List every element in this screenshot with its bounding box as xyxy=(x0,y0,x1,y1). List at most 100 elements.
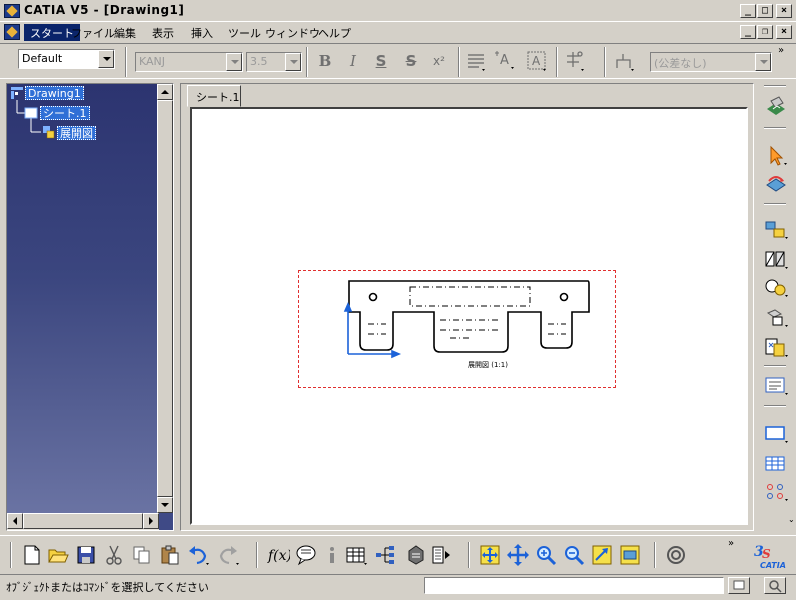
view-label[interactable]: 展開図 (1:1) xyxy=(468,360,508,370)
power-input-button[interactable] xyxy=(728,577,750,594)
drawing-icon[interactable] xyxy=(10,86,24,100)
table-icon[interactable] xyxy=(763,453,789,475)
chevron-down-icon[interactable] xyxy=(285,53,301,71)
redo-icon[interactable] xyxy=(216,543,240,567)
undo-icon[interactable] xyxy=(186,543,210,567)
scroll-down-button[interactable] xyxy=(157,497,173,513)
normal-view-icon[interactable] xyxy=(590,543,614,567)
views-icon[interactable] xyxy=(763,219,789,241)
copy-icon[interactable] xyxy=(130,543,154,567)
close-button[interactable]: × xyxy=(776,4,792,18)
scroll-up-button[interactable] xyxy=(157,84,173,100)
chevron-down-icon[interactable] xyxy=(226,53,242,71)
doc-restore-button[interactable]: ❐ xyxy=(757,25,773,39)
separator xyxy=(556,47,558,77)
text-size-button[interactable]: A xyxy=(494,48,516,70)
bold-button[interactable]: B xyxy=(314,50,336,72)
rectangle-icon[interactable] xyxy=(763,423,789,445)
menu-insert[interactable]: 挿入 xyxy=(185,24,219,41)
chevron-down-icon[interactable] xyxy=(755,53,771,71)
tree-horizontal-scrollbar[interactable] xyxy=(7,513,159,530)
zoom-in-icon[interactable] xyxy=(534,543,558,567)
superscript-button[interactable]: x² xyxy=(428,50,450,72)
geometry-creation-icon[interactable] xyxy=(763,481,789,503)
zoom-out-icon[interactable] xyxy=(562,543,586,567)
separator xyxy=(256,542,258,568)
search-button[interactable] xyxy=(764,577,786,594)
new-icon[interactable] xyxy=(20,543,44,567)
dimension-icon[interactable] xyxy=(763,375,789,397)
toolbar-overflow-icon[interactable]: » xyxy=(728,538,734,549)
svg-text:A: A xyxy=(500,53,509,68)
menu-view[interactable]: 表示 xyxy=(146,24,180,41)
sections-icon[interactable] xyxy=(763,249,789,271)
tree-item-drawing[interactable]: Drawing1 xyxy=(25,86,84,100)
tree-expand-icon[interactable] xyxy=(374,543,398,567)
scroll-thumb[interactable] xyxy=(157,100,173,497)
details-icon[interactable] xyxy=(763,277,789,299)
font-combo[interactable]: KANJ xyxy=(135,52,243,72)
tolerance-icon[interactable] xyxy=(564,50,586,72)
scroll-left-button[interactable] xyxy=(7,513,23,529)
separator xyxy=(764,85,786,87)
font-size-combo[interactable]: 3.5 xyxy=(246,52,302,72)
measure-icon[interactable] xyxy=(430,543,454,567)
fit-all-icon[interactable] xyxy=(478,543,502,567)
info-icon[interactable] xyxy=(320,543,344,567)
tab-sheet-1[interactable]: シート.1 xyxy=(187,85,241,107)
unfolded-part-geometry[interactable] xyxy=(340,276,596,360)
document-icon[interactable] xyxy=(4,24,20,40)
doc-minimize-button[interactable]: _ xyxy=(740,25,756,39)
align-icon[interactable] xyxy=(465,50,487,72)
style-value: Default xyxy=(22,52,63,65)
menu-help[interactable]: ヘルプ xyxy=(312,24,357,41)
hide-show-icon[interactable] xyxy=(618,543,642,567)
toolbar-overflow-icon[interactable]: ⌄ xyxy=(788,515,795,524)
paste-icon[interactable] xyxy=(158,543,182,567)
toolbar-overflow-icon[interactable]: » xyxy=(778,45,784,56)
hscroll-thumb[interactable] xyxy=(23,513,143,529)
font-size-value: 3.5 xyxy=(250,55,268,68)
sheet-icon[interactable] xyxy=(24,106,38,120)
view-icon[interactable] xyxy=(42,125,56,139)
status-message: ｵﾌﾞｼﾞｪｸﾄまたはｺﾏﾝﾄﾞを選択してください xyxy=(6,581,209,594)
maximize-button[interactable]: □ xyxy=(757,4,773,18)
style-combo[interactable]: Default xyxy=(18,49,115,69)
svg-text:CATIA: CATIA xyxy=(760,561,786,570)
cut-icon[interactable] xyxy=(102,543,126,567)
underline-button[interactable]: S xyxy=(370,50,392,72)
strikethrough-button[interactable]: S xyxy=(400,50,422,72)
comment-icon[interactable] xyxy=(294,543,318,567)
wizard-icon[interactable] xyxy=(763,337,789,359)
minimize-button[interactable]: _ xyxy=(740,4,756,18)
text-frame-button[interactable]: A xyxy=(526,50,548,72)
cycle-icon[interactable] xyxy=(664,543,688,567)
menu-edit[interactable]: 編集 xyxy=(108,24,142,41)
tolerance-combo[interactable]: (公差なし) xyxy=(650,52,772,72)
open-icon[interactable] xyxy=(46,543,70,567)
svg-text:f(x): f(x) xyxy=(267,548,290,564)
catalog-icon[interactable] xyxy=(404,543,428,567)
tolerance-value: (公差なし) xyxy=(654,57,707,70)
scroll-right-button[interactable] xyxy=(143,513,159,529)
command-input[interactable] xyxy=(424,577,724,594)
pan-icon[interactable] xyxy=(506,543,530,567)
formula-icon[interactable]: f(x) xyxy=(266,543,292,567)
fit-symbol-icon[interactable] xyxy=(614,50,636,72)
catia-app-icon[interactable] xyxy=(4,4,20,18)
text-properties-toolbar: Default KANJ 3.5 B I S S x² A A (公差なし) » xyxy=(0,43,796,79)
tree-vertical-scrollbar[interactable] xyxy=(157,84,173,513)
save-icon[interactable] xyxy=(74,543,98,567)
chevron-down-icon[interactable] xyxy=(98,50,114,68)
table-edit-icon[interactable] xyxy=(344,543,368,567)
workbench-icon[interactable] xyxy=(763,95,789,117)
clipping-icon[interactable] xyxy=(763,307,789,329)
select-arrow-icon[interactable] xyxy=(763,145,789,167)
italic-button[interactable]: I xyxy=(342,50,364,72)
separator xyxy=(458,47,460,77)
tree-item-sheet[interactable]: シート.1 xyxy=(40,106,90,120)
doc-close-button[interactable]: × xyxy=(776,25,792,39)
tree-item-view[interactable]: 展開図 xyxy=(57,126,96,140)
update-icon[interactable] xyxy=(763,173,789,195)
font-value: KANJ xyxy=(139,55,166,68)
